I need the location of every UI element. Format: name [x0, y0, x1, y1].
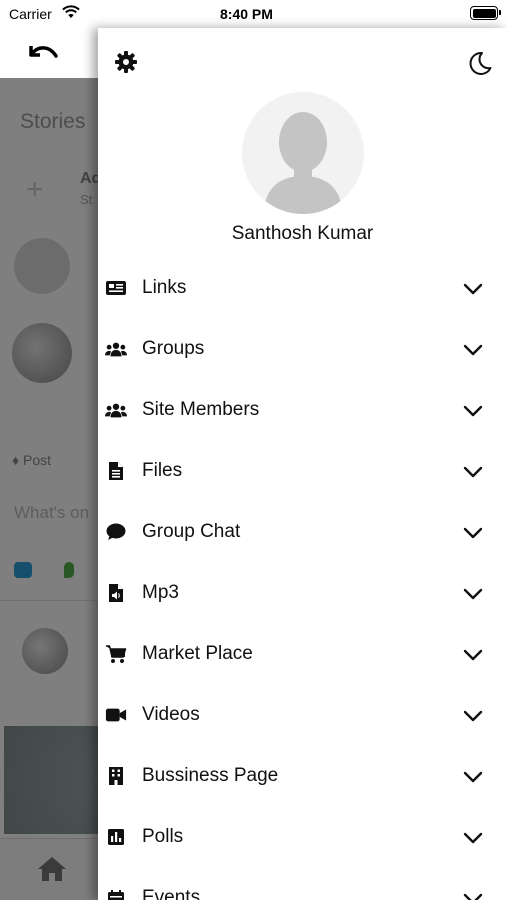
menu-item-label: Videos	[142, 704, 200, 725]
menu-item-site-members[interactable]: Site Members	[98, 380, 507, 441]
menu-item-events[interactable]: Events	[98, 868, 507, 900]
menu-item-polls[interactable]: Polls	[98, 807, 507, 868]
menu-item-bussiness-page[interactable]: Bussiness Page	[98, 746, 507, 807]
profile-name[interactable]: Santhosh Kumar	[98, 223, 507, 245]
chat-bubble-icon	[105, 521, 127, 543]
chevron-down-icon[interactable]	[462, 583, 484, 605]
cart-icon	[105, 643, 127, 665]
menu-item-mp3[interactable]: Mp3	[98, 563, 507, 624]
menu-item-groups[interactable]: Groups	[98, 319, 507, 380]
calendar-icon	[105, 887, 127, 900]
battery-icon	[470, 6, 501, 20]
menu-item-videos[interactable]: Videos	[98, 685, 507, 746]
video-camera-icon	[105, 704, 127, 726]
file-icon	[105, 460, 127, 482]
gear-icon[interactable]	[114, 50, 138, 74]
moon-icon[interactable]	[467, 50, 493, 76]
navigation-drawer: Santhosh Kumar Links Groups Site Members	[98, 28, 507, 900]
chevron-down-icon[interactable]	[462, 400, 484, 422]
undo-icon	[29, 46, 58, 58]
menu-item-market-place[interactable]: Market Place	[98, 624, 507, 685]
undo-button[interactable]	[22, 38, 62, 68]
menu-item-label: Group Chat	[142, 521, 241, 542]
wifi-icon	[62, 5, 80, 18]
news-icon	[105, 277, 127, 299]
poll-icon	[105, 826, 127, 848]
chevron-down-icon[interactable]	[462, 644, 484, 666]
users-icon	[105, 399, 127, 421]
clock: 8:40 PM	[220, 6, 273, 22]
chevron-down-icon[interactable]	[462, 278, 484, 300]
avatar[interactable]	[242, 92, 364, 214]
menu-item-label: Links	[142, 277, 187, 298]
menu-item-group-chat[interactable]: Group Chat	[98, 502, 507, 563]
chevron-down-icon[interactable]	[462, 461, 484, 483]
users-icon	[105, 338, 127, 360]
menu-item-label: Groups	[142, 338, 205, 359]
menu-item-label: Bussiness Page	[142, 765, 279, 786]
chevron-down-icon[interactable]	[462, 827, 484, 849]
chevron-down-icon[interactable]	[462, 766, 484, 788]
menu-item-label: Mp3	[142, 582, 179, 603]
menu-item-label: Polls	[142, 826, 184, 847]
building-icon	[105, 765, 127, 787]
audio-file-icon	[105, 582, 127, 604]
chevron-down-icon[interactable]	[462, 888, 484, 900]
menu-item-label: Market Place	[142, 643, 253, 664]
user-silhouette-icon	[264, 112, 342, 214]
status-bar: Carrier 8:40 PM	[0, 0, 507, 28]
menu-item-label: Site Members	[142, 399, 260, 420]
menu-item-label: Files	[142, 460, 183, 481]
menu-item-links[interactable]: Links	[98, 258, 507, 319]
menu-item-files[interactable]: Files	[98, 441, 507, 502]
chevron-down-icon[interactable]	[462, 705, 484, 727]
drawer-menu: Links Groups Site Members Files Group Ch…	[98, 258, 507, 900]
chevron-down-icon[interactable]	[462, 522, 484, 544]
chevron-down-icon[interactable]	[462, 339, 484, 361]
menu-item-label: Events	[142, 887, 201, 900]
carrier-label: Carrier	[9, 6, 52, 22]
